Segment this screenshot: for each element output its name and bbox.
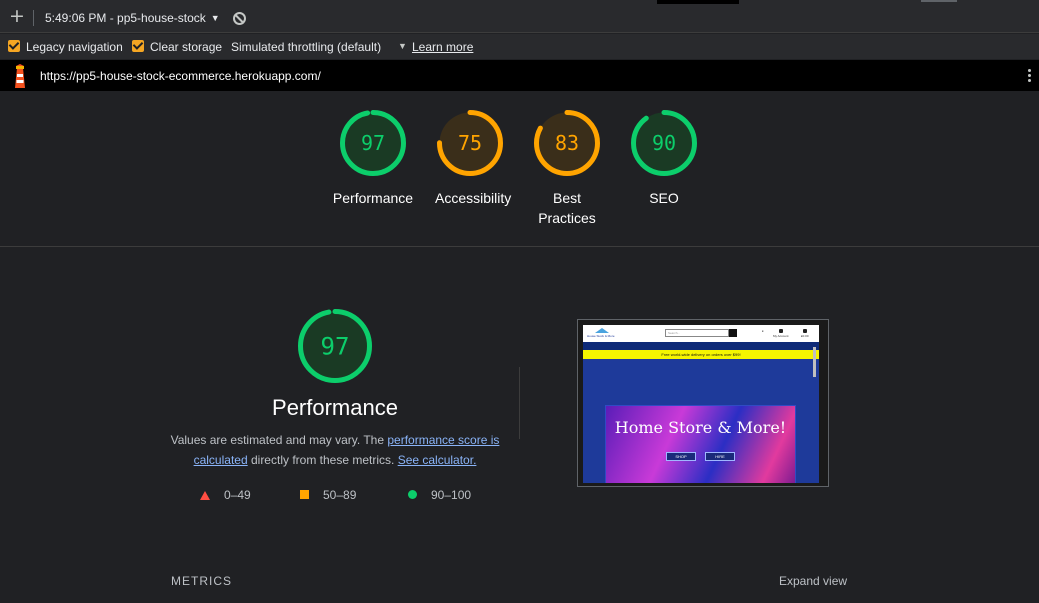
search-icon bbox=[729, 329, 737, 337]
bag-icon bbox=[802, 329, 807, 333]
screenshot-page: House Stock & More Search... £ My Accoun… bbox=[583, 325, 819, 483]
gauge-seo[interactable]: 90 SEO bbox=[615, 110, 713, 208]
expand-view-toggle[interactable]: Expand view bbox=[779, 574, 847, 588]
triangle-icon bbox=[200, 491, 210, 500]
legend-fail-label: 0–49 bbox=[224, 488, 251, 502]
metrics-heading: METRICS bbox=[171, 574, 232, 588]
site-scrollbar bbox=[813, 347, 816, 377]
learn-more-link[interactable]: Learn more bbox=[412, 40, 473, 54]
gauge-label: Accessibility bbox=[435, 190, 512, 206]
performance-description: Values are estimated and may vary. The p… bbox=[168, 430, 502, 470]
user-icon bbox=[778, 329, 783, 333]
site-hire-button: HIRE bbox=[705, 452, 735, 461]
legacy-navigation-label[interactable]: Legacy navigation bbox=[26, 40, 123, 54]
gauge-score: 83 bbox=[555, 131, 579, 155]
legend-average: 50–89 bbox=[300, 488, 356, 502]
kebab-menu-icon[interactable] bbox=[1028, 69, 1032, 83]
gauge-score: 97 bbox=[361, 131, 385, 155]
gauge-performance[interactable]: 97 Performance bbox=[324, 110, 422, 208]
legend-average-label: 50–89 bbox=[323, 488, 357, 502]
report-url-bar: https://pp5-house-stock-ecommerce.heroku… bbox=[0, 60, 1039, 91]
currency-text: £ bbox=[762, 329, 764, 333]
performance-desc-middle: directly from these metrics. bbox=[247, 453, 398, 467]
site-logo-text: House Stock & More bbox=[587, 334, 615, 338]
gauge-label: SEO bbox=[649, 190, 679, 206]
circle-icon bbox=[408, 490, 417, 499]
chevron-down-icon[interactable]: ▼ bbox=[398, 41, 407, 51]
performance-score-gauge: 97 bbox=[298, 309, 372, 388]
site-bag-total: £0.00 bbox=[801, 334, 809, 338]
site-nav: HomeAll Products ▾Clothing ▾Homeware ▾Sp… bbox=[583, 342, 819, 356]
throttling-label: Simulated throttling (default) bbox=[231, 40, 382, 54]
final-screenshot[interactable]: House Stock & More Search... £ My Accoun… bbox=[577, 319, 829, 487]
site-search-input: Search... bbox=[665, 329, 729, 337]
legend-fail: 0–49 bbox=[200, 488, 251, 502]
site-hero: Home Store & More! SHOP HIRE bbox=[605, 405, 796, 483]
no-entry-icon[interactable] bbox=[233, 12, 246, 25]
lighthouse-icon bbox=[15, 64, 25, 88]
chevron-down-icon: ▼ bbox=[210, 13, 220, 23]
site-shop-button: SHOP bbox=[666, 452, 696, 461]
legend-pass-label: 90–100 bbox=[431, 488, 472, 502]
clear-storage-label[interactable]: Clear storage bbox=[150, 40, 222, 54]
site-logo: House Stock & More bbox=[587, 328, 617, 339]
site-currency: £ bbox=[762, 329, 764, 333]
gauge-accessibility[interactable]: 75 Accessibility bbox=[421, 110, 519, 208]
toolbar-divider bbox=[33, 10, 34, 26]
tab-indicator-secondary bbox=[921, 0, 957, 2]
legend-pass: 90–100 bbox=[408, 488, 471, 502]
house-icon bbox=[595, 328, 609, 333]
gauge-score: 97 bbox=[321, 333, 350, 361]
performance-title: Performance bbox=[272, 395, 398, 420]
report-label: 5:49:06 PM - pp5-house-stock bbox=[45, 11, 206, 25]
section-divider bbox=[519, 367, 520, 439]
tab-indicator bbox=[657, 0, 739, 4]
devtools-toolbar: + 5:49:06 PM - pp5-house-stock ▼ bbox=[0, 0, 1039, 33]
site-bag: £0.00 bbox=[801, 329, 809, 338]
category-gauges: 97 Performance 75 Accessibility 83 Best Pra… bbox=[0, 92, 1039, 247]
see-calculator-link[interactable]: See calculator. bbox=[398, 453, 477, 467]
gauge-score: 90 bbox=[652, 131, 676, 155]
site-account: My Account bbox=[773, 329, 789, 338]
gauge-label: Performance bbox=[332, 190, 414, 206]
settings-bar: Legacy navigation Clear storage Simulate… bbox=[0, 34, 1039, 59]
legacy-navigation-checkbox[interactable] bbox=[8, 40, 20, 52]
performance-desc-text: Values are estimated and may vary. The bbox=[170, 433, 388, 447]
site-hero-title: Home Store & More! bbox=[614, 418, 787, 437]
gauge-label: Best Practices bbox=[538, 190, 596, 226]
clear-storage-checkbox[interactable] bbox=[132, 40, 144, 52]
gauge-best-practices[interactable]: 83 Best Practices bbox=[518, 110, 616, 228]
site-header: House Stock & More Search... £ My Accoun… bbox=[583, 325, 819, 342]
site-account-label: My Account bbox=[773, 334, 789, 338]
gauge-score: 75 bbox=[458, 131, 482, 155]
square-icon bbox=[300, 490, 309, 499]
site-promo-banner: Free world-wide delivery on orders over … bbox=[583, 350, 819, 359]
report-selector[interactable]: 5:49:06 PM - pp5-house-stock ▼ bbox=[45, 11, 220, 25]
plus-icon[interactable]: + bbox=[9, 6, 25, 26]
report-url[interactable]: https://pp5-house-stock-ecommerce.heroku… bbox=[40, 69, 321, 83]
